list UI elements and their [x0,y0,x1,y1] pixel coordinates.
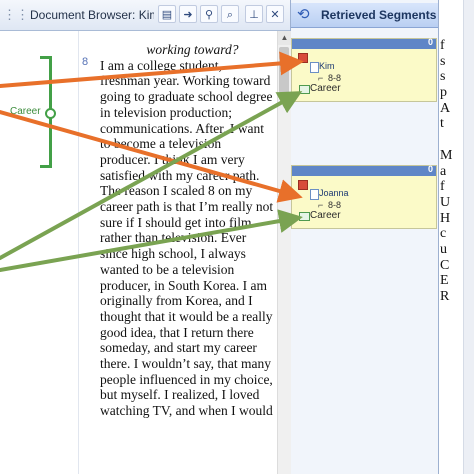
answer-paragraph[interactable]: I am a college student, freshman year. W… [100,58,275,419]
text-line: u [440,241,447,257]
document-group-icon [298,180,308,190]
code-margin [0,31,79,474]
document-browser-panel: ⋮⋮ Document Browser: Kim ▤ ➜ ⚲ ⌕ ⊥ ✕ Car… [0,0,291,474]
text-line: s [440,69,446,85]
text-line: t [440,116,444,132]
segment-range: 8-8 [328,200,342,210]
document-scrollbar[interactable]: ▲ [277,31,291,474]
question-text: working toward? [146,42,239,57]
segment-card-joanna[interactable]: 0 Joanna ⌐ 8-8 Career [291,164,437,229]
text-line: p [440,85,447,101]
text-line: M [440,147,453,163]
segment-card-header: 0 [292,164,436,176]
text-line: C [440,257,450,273]
text-line: U [440,194,451,210]
close-icon-button[interactable]: ✕ [266,5,284,23]
segment-document-name[interactable]: Kim [319,61,335,71]
pin-icon-button[interactable]: ⊥ [245,5,263,23]
scroll-up-icon[interactable]: ▲ [278,31,291,45]
text-line: s [440,53,446,69]
document-text[interactable]: working toward? I am a college student, … [100,42,275,419]
segment-card-header: 0 [292,37,436,49]
retrieved-segments-titlebar: ⟲ Retrieved Segments [291,3,438,28]
code-bracket-bottom [40,165,52,168]
paragraph-range-icon: ⌐ [318,200,324,210]
retrieved-segments-icon: ⟲ [297,6,310,23]
segment-card-kim[interactable]: 0 Kim ⌐ 8-8 Career [291,37,437,102]
scroll-thumb[interactable] [279,47,289,93]
text-line: f [440,38,445,53]
text-line: f [440,179,445,195]
grip-icon[interactable]: ⋮⋮ [3,8,29,22]
text-line: A [440,100,451,116]
adjacent-scrollbar[interactable] [463,0,474,474]
code-label-career[interactable]: Career [10,106,41,117]
document-browser-title: Document Browser: Kim [30,8,154,22]
export-icon-button[interactable]: ➜ [179,5,197,23]
segment-count: 0 [427,37,433,47]
code-icon [299,85,310,94]
segment-code: Career [310,83,341,94]
segment-range: 8-8 [328,73,342,83]
text-line: R [440,289,450,304]
filter-icon-button[interactable]: ⚲ [200,5,218,23]
document-file-icon [310,62,319,73]
retrieved-segments-panel: ⟲ Retrieved Segments 0 Kim ⌐ 8-8 Career … [291,0,439,474]
text-line: H [440,210,451,226]
paragraph-range-icon: ⌐ [318,73,324,83]
document-file-icon [310,189,319,200]
text-line: a [440,163,447,179]
adjacent-document-text: f s s p A t M a f U H c u C E R [440,38,462,305]
text-line: E [440,273,449,289]
search-icon-button[interactable]: ⌕ [221,5,239,23]
document-browser-titlebar: ⋮⋮ Document Browser: Kim ▤ ➜ ⚲ ⌕ ⊥ ✕ [0,0,290,31]
code-bracket-handle[interactable] [45,108,56,119]
paragraph-number: 8 [82,56,89,68]
segment-count: 0 [427,164,433,174]
document-icon-button[interactable]: ▤ [158,5,176,23]
segment-document-name[interactable]: Joanna [319,188,349,198]
retrieved-segments-title: Retrieved Segments [321,8,437,22]
text-line [440,132,462,148]
adjacent-document-panel: f s s p A t M a f U H c u C E R [439,0,474,474]
text-line: c [440,226,447,242]
code-icon [299,212,310,221]
document-group-icon [298,53,308,63]
segment-code: Career [310,210,341,221]
